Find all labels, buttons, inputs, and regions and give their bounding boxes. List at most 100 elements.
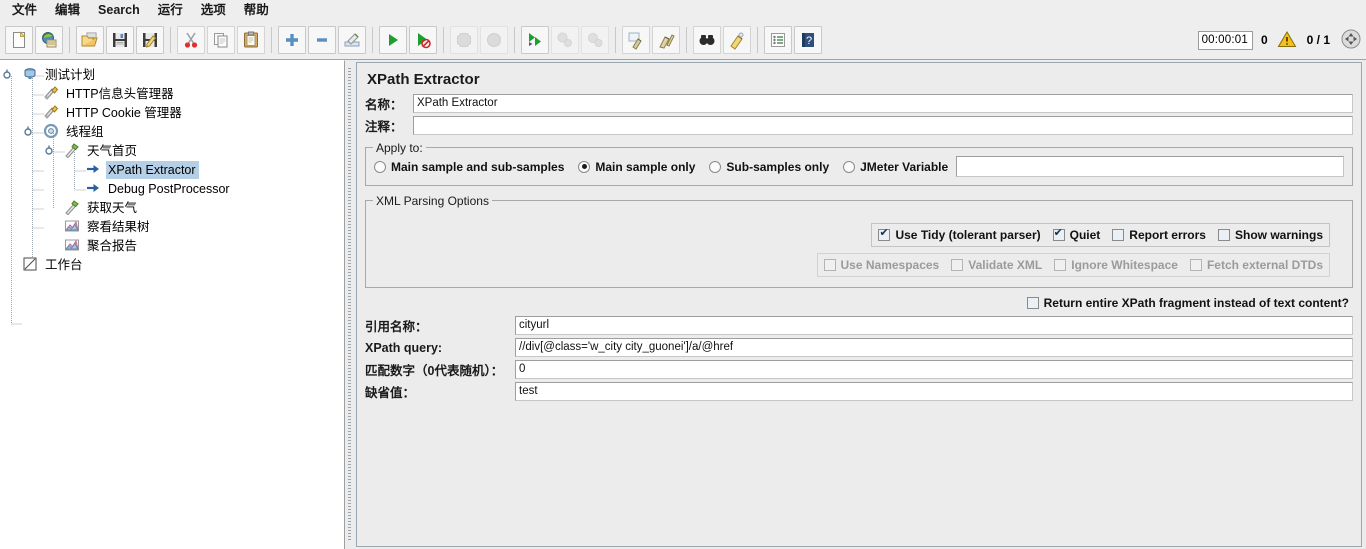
http-sampler-icon: [64, 199, 82, 217]
menu-search[interactable]: Search: [90, 1, 148, 20]
http-sampler-icon: [64, 142, 82, 160]
warning-triangle-icon[interactable]: [1277, 30, 1297, 51]
checkbox-return-fragment[interactable]: Return entire XPath fragment instead of …: [1026, 296, 1349, 310]
open-button[interactable]: [76, 26, 104, 54]
checkbox-use-namespaces[interactable]: Use Namespaces: [823, 258, 939, 272]
tree-node[interactable]: 测试计划: [0, 65, 344, 84]
xpath-query-input[interactable]: //div[@class='w_city city_guonei']/a/@hr…: [515, 338, 1353, 357]
menu-options[interactable]: 选项: [193, 1, 234, 20]
checkbox-show-warnings[interactable]: Show warnings: [1217, 228, 1323, 242]
templates-button[interactable]: [35, 26, 63, 54]
radio-label: JMeter Variable: [860, 159, 949, 174]
checkbox-label: Report errors: [1129, 228, 1206, 242]
menu-edit[interactable]: 编辑: [47, 1, 88, 20]
radio-jmeter-variable[interactable]: JMeter Variable: [843, 160, 948, 174]
toolbar-separator: [686, 27, 687, 53]
new-button[interactable]: [5, 26, 33, 54]
radio-label: Main sample only: [595, 159, 696, 174]
jmeter-variable-input[interactable]: [956, 156, 1344, 177]
start-remote-button[interactable]: [521, 26, 549, 54]
start-no-pauses-button[interactable]: [409, 26, 437, 54]
xml-parsing-group: XML Parsing Options Use Tidy (tolerant p…: [365, 194, 1353, 288]
stop-remote-button[interactable]: [551, 26, 579, 54]
test-plan-tree[interactable]: 测试计划 HTTP信息头管理器 HTTP Cookie 管理器 线程组天气首页 XPat…: [0, 60, 345, 549]
toolbar-status-area: 00:00:01 0 0 / 1: [1197, 21, 1362, 59]
tree-node-list: 测试计划 HTTP信息头管理器 HTTP Cookie 管理器 线程组天气首页 XPat…: [0, 61, 344, 274]
radio-main-and-sub[interactable]: Main sample and sub-samples: [374, 160, 564, 174]
reference-name-input[interactable]: cityurl: [515, 316, 1353, 335]
tree-node[interactable]: 察看结果树: [0, 217, 344, 236]
name-input[interactable]: XPath Extractor: [413, 94, 1353, 113]
menu-file[interactable]: 文件: [4, 1, 45, 20]
default-value-input[interactable]: test: [515, 382, 1353, 401]
clear-button[interactable]: [622, 26, 650, 54]
toggle-button[interactable]: [338, 26, 366, 54]
shutdown-remote-button[interactable]: [581, 26, 609, 54]
checkbox-quiet[interactable]: Quiet: [1052, 227, 1100, 242]
help-button[interactable]: ?: [794, 26, 822, 54]
svg-text:?: ?: [806, 35, 812, 47]
xml-options-row: Use Namespaces Validate XML Ignore White…: [816, 253, 1330, 277]
tree-node[interactable]: HTTP Cookie 管理器: [0, 103, 344, 122]
save-as-button[interactable]: [136, 26, 164, 54]
return-fragment-row: Return entire XPath fragment instead of …: [365, 296, 1349, 310]
thread-count: 0 / 1: [1306, 33, 1330, 47]
search-button[interactable]: [693, 26, 721, 54]
open-icon: [80, 30, 100, 50]
toolbar-separator: [757, 27, 758, 53]
checkbox-report-errors[interactable]: Report errors: [1112, 228, 1206, 242]
clear-all-button[interactable]: [652, 26, 680, 54]
copy-button[interactable]: [207, 26, 235, 54]
apply-to-group: Apply to: Main sample and sub-samples Ma…: [365, 141, 1353, 186]
radio-main-only[interactable]: Main sample only: [578, 160, 695, 174]
tree-node[interactable]: 聚合报告: [0, 236, 344, 255]
tree-node[interactable]: 工作台: [0, 255, 344, 274]
toolbar-group-save: [75, 26, 165, 54]
split-pane-divider[interactable]: [345, 60, 354, 549]
reset-search-button[interactable]: [723, 26, 751, 54]
tree-node[interactable]: 线程组: [0, 122, 344, 141]
workbench-icon: [22, 256, 40, 274]
save-button[interactable]: [106, 26, 134, 54]
tree-node[interactable]: XPath Extractor: [0, 160, 344, 179]
radio-sub-only[interactable]: Sub-samples only: [709, 160, 829, 174]
start-button[interactable]: [379, 26, 407, 54]
function-helper-button[interactable]: [764, 26, 792, 54]
tree-node[interactable]: 天气首页: [0, 141, 344, 160]
checkbox-use-tidy[interactable]: Use Tidy (tolerant parser): [878, 227, 1041, 242]
menu-run[interactable]: 运行: [150, 1, 191, 20]
tree-expand-handle[interactable]: [22, 126, 34, 138]
function-helper-icon: [768, 30, 788, 50]
tree-node[interactable]: 获取天气: [0, 198, 344, 217]
expand-button[interactable]: [278, 26, 306, 54]
checkbox-indicator: [1217, 229, 1230, 241]
tree-expand-handle[interactable]: [1, 69, 13, 81]
checkbox-validate-xml[interactable]: Validate XML: [951, 258, 1042, 272]
apply-to-title: Apply to:: [373, 141, 426, 155]
tree-node[interactable]: HTTP信息头管理器: [0, 84, 344, 103]
connection-icon[interactable]: [1340, 28, 1362, 53]
stop-button[interactable]: [450, 26, 478, 54]
expand-icon: [282, 30, 302, 50]
radio-indicator: [578, 160, 591, 173]
checkbox-label: Validate XML: [968, 258, 1043, 272]
tree-node-label: 天气首页: [87, 143, 138, 158]
header-manager-icon: [43, 85, 61, 103]
checkbox-indicator: [823, 259, 836, 271]
tree-expand-handle[interactable]: [43, 145, 55, 157]
shutdown-button[interactable]: [480, 26, 508, 54]
menu-bar: 文件 编辑 Search 运行 选项 帮助: [0, 0, 1366, 22]
paste-button[interactable]: [237, 26, 265, 54]
cut-button[interactable]: [177, 26, 205, 54]
tree-node-label: XPath Extractor: [106, 160, 199, 179]
checkbox-ignore-whitespace[interactable]: Ignore Whitespace: [1054, 258, 1178, 272]
tree-node[interactable]: Debug PostProcessor: [0, 179, 344, 198]
save-icon: [110, 30, 130, 50]
checkbox-fetch-external-dtds[interactable]: Fetch external DTDs: [1189, 258, 1323, 272]
toolbar-group-file: [4, 26, 64, 54]
collapse-button[interactable]: [308, 26, 336, 54]
match-number-input[interactable]: 0: [515, 360, 1353, 379]
match-number-row: 匹配数字（0代表随机）： 0: [365, 360, 1353, 379]
comment-input[interactable]: [413, 116, 1353, 135]
menu-help[interactable]: 帮助: [236, 1, 277, 20]
